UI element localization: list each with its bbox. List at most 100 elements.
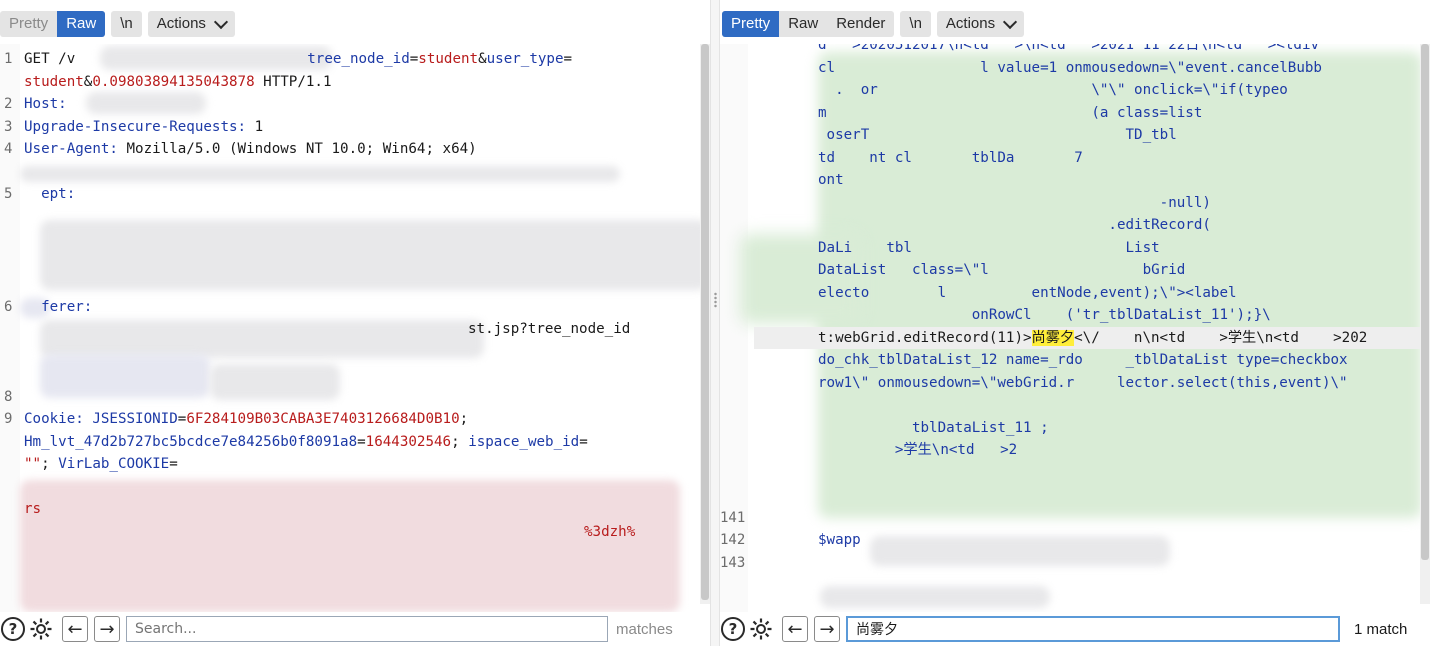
request-search-bar: ? ← → matches <box>0 612 710 646</box>
code-token: user_type <box>486 51 564 67</box>
request-pane: Pretty Raw \n Actions 1 GET /v tree_node_i… <box>0 0 710 646</box>
chevron-down-icon <box>213 14 228 29</box>
code-token: User-Agent: <box>24 141 127 157</box>
line-number: 9 <box>4 411 13 427</box>
match-count: matches <box>616 620 673 638</box>
help-button[interactable]: ? <box>0 616 26 642</box>
code-token: HTTP/1.1 <box>254 73 332 90</box>
code-line: ont <box>720 169 1428 191</box>
next-match-button[interactable]: → <box>94 616 120 642</box>
line-text: t:webGrid.editRecord(11)>尚雾夕<\/ n\n<td >… <box>818 327 1367 349</box>
arrow-left-icon: ← <box>67 618 83 640</box>
code-token: ispace_web_id <box>468 433 580 450</box>
line-text: ept: <box>24 183 75 205</box>
code-line: 4 User-Agent: Mozilla/5.0 (Windows NT 10.… <box>0 138 700 160</box>
code-line: ""; VirLab_COOKIE= <box>0 453 700 475</box>
previous-match-button[interactable]: ← <box>782 616 808 642</box>
request-editor[interactable]: 1 GET /v tree_node_id=student&user_type= st… <box>0 44 708 612</box>
search-input[interactable] <box>846 616 1340 642</box>
search-input[interactable] <box>126 616 608 642</box>
line-text: rs <box>24 498 41 520</box>
code-line: 143 <box>720 552 1428 574</box>
line-text: GET /v tree_node_id=student&user_type= <box>24 48 572 70</box>
line-text: m (a class=list <box>818 104 1203 121</box>
gear-icon <box>30 618 52 640</box>
code-token: ; <box>459 411 469 427</box>
code-line: electo l entNode,event);\"><label <box>720 282 1428 304</box>
tab-pretty[interactable]: Pretty <box>722 11 780 37</box>
line-text: -null) <box>818 194 1211 211</box>
code-line: >学生\n<td >2 <box>720 439 1428 461</box>
line-number: 141 <box>720 509 746 526</box>
response-editor[interactable]: d >2020512017\n<td >\n<td >2021 11 22日\n… <box>720 44 1430 612</box>
gear-icon <box>750 618 772 640</box>
code-line: cl l value=1 onmousedown=\"event.cancelB… <box>720 57 1428 79</box>
code-line: DataList class=\"l bGrid <box>720 259 1428 281</box>
code-token: %3dzh% <box>584 523 636 540</box>
next-match-button[interactable]: → <box>814 616 840 642</box>
settings-button[interactable] <box>28 616 54 642</box>
actions-button[interactable]: Actions <box>936 11 1025 37</box>
code-token: Upgrade-Insecure-Requests: <box>24 118 255 135</box>
line-number: 143 <box>720 554 746 571</box>
previous-match-button[interactable]: ← <box>62 616 88 642</box>
request-toolbar: Pretty Raw \n Actions <box>0 10 235 38</box>
line-text: Host: <box>24 93 75 115</box>
help-button[interactable]: ? <box>720 616 746 642</box>
scrollbar-thumb[interactable] <box>701 44 709 600</box>
tab-raw[interactable]: Raw <box>779 11 827 37</box>
line-text: ont <box>818 172 1194 188</box>
code-line: %3dzh% <box>0 521 700 543</box>
code-line: oserT TD_tbl <box>720 124 1428 146</box>
tab-pretty[interactable]: Pretty <box>0 11 57 37</box>
actions-label: Actions <box>945 15 996 32</box>
line-text: cl l value=1 onmousedown=\"event.cancelB… <box>818 59 1322 76</box>
request-scrollbar[interactable] <box>700 44 710 604</box>
code-line: d >2020512017\n<td >\n<td >2021 11 22日\n… <box>720 44 1428 56</box>
code-token: st.jsp?tree_node_id <box>468 321 631 337</box>
scrollbar-thumb[interactable] <box>1421 44 1429 560</box>
line-text: electo l entNode,event);\"><label <box>818 284 1237 301</box>
actions-button[interactable]: Actions <box>147 11 235 37</box>
code-line: t:webGrid.editRecord(11)>尚雾夕<\/ n\n<td >… <box>720 327 1428 349</box>
code-line: rs <box>0 498 700 520</box>
line-text: >学生\n<td >2 <box>818 442 1018 458</box>
code-token: ; <box>41 456 59 472</box>
line-text: tblDataList_11 ; <box>818 419 1049 436</box>
code-token: ferer: <box>24 298 93 315</box>
code-line: 6 ferer: <box>0 296 700 318</box>
line-text: DaLi tbl List <box>818 239 1160 256</box>
line-number: 6 <box>4 298 13 315</box>
settings-button[interactable] <box>748 616 774 642</box>
match-count: 1 match <box>1354 620 1408 638</box>
tab-raw[interactable]: Raw <box>57 11 106 37</box>
tab-render[interactable]: Render <box>827 11 894 37</box>
response-scrollbar[interactable] <box>1420 44 1430 604</box>
newline-toggle-button[interactable]: \n <box>900 11 931 37</box>
code-token: ept: <box>24 186 76 202</box>
line-number: 4 <box>4 141 13 157</box>
code-line: .editRecord( <box>720 214 1428 236</box>
code-token: 1644302546 <box>365 433 452 450</box>
line-text: User-Agent: Mozilla/5.0 (Windows NT 10.0… <box>24 138 477 160</box>
code-token: rs <box>24 501 42 517</box>
help-icon: ? <box>1 617 25 641</box>
pane-splitter[interactable] <box>710 0 720 646</box>
response-pane: Pretty Raw Render \n Actions d >20205120… <box>720 0 1430 646</box>
newline-toggle-button[interactable]: \n <box>111 11 142 37</box>
arrow-right-icon: → <box>99 618 115 640</box>
code-line: onRowCl ('tr_tblDataList_11');}\ <box>720 304 1428 326</box>
code-line: Hm_lvt_47d2b727bc5bcdce7e84256b0f8091a8=… <box>0 431 700 453</box>
code-token: = <box>563 51 573 67</box>
line-text: student&0.09803894135043878 HTTP/1.1 <box>24 71 332 93</box>
line-text: oserT TD_tbl <box>818 127 1177 143</box>
line-number: 3 <box>4 118 13 135</box>
